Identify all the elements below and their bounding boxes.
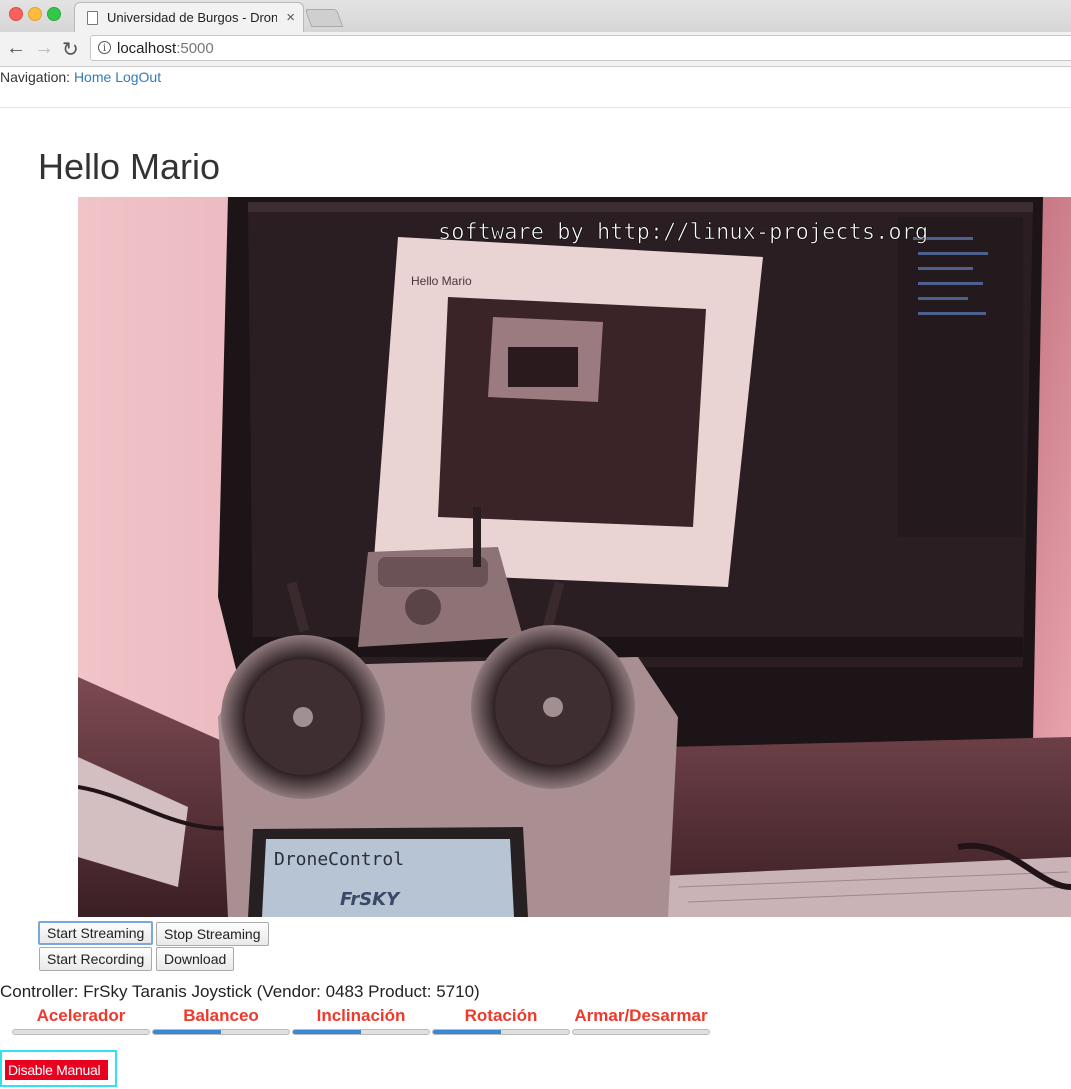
tab-close-icon[interactable]: × [286,9,295,26]
reload-icon[interactable]: ↻ [62,37,79,62]
disable-manual-focus-ring: Disable Manual [0,1050,117,1087]
controller-info: Controller: FrSky Taranis Joystick (Vend… [0,982,480,1001]
maximize-window-button[interactable] [47,7,61,21]
stream-watermark: software by http://linux-projects.org [438,220,928,245]
url-text: localhost:5000 [117,40,214,57]
screen-text: DroneControl [274,849,404,870]
axis-bar-rotacion [432,1029,570,1035]
axis-label-armar-desarmar: Armar/Desarmar [574,1006,708,1025]
axis-fill [433,1030,501,1034]
minimize-window-button[interactable] [28,7,42,21]
navigation-label: Navigation: [0,69,71,85]
axis-label-acelerador: Acelerador [36,1006,126,1025]
navigation: Navigation: Home LogOut [0,69,161,85]
forward-icon[interactable]: → [34,37,54,60]
inner-heading: Hello Mario [411,274,472,288]
tab-title: Universidad de Burgos - Drone [107,10,277,25]
browser-tab[interactable]: Universidad de Burgos - Drone × [74,2,304,32]
logout-link[interactable]: LogOut [115,69,161,85]
download-button[interactable]: Download [156,947,235,971]
axis-label-balanceo: Balanceo [183,1006,259,1025]
axis-bar-acelerador [12,1029,150,1035]
disable-manual-button[interactable]: Disable Manual [5,1060,108,1080]
start-streaming-button[interactable]: Start Streaming [38,921,154,945]
url-port: :5000 [176,40,214,57]
axis-label-rotacion: Rotación [464,1006,538,1025]
close-window-button[interactable] [9,7,23,21]
address-bar: ← → ↻ i localhost:5000 [0,32,1071,67]
document-icon [87,11,98,25]
page-title: Hello Mario [38,146,221,187]
url-host: localhost [117,40,177,57]
start-recording-button[interactable]: Start Recording [39,947,153,971]
axis-fill [293,1030,361,1034]
info-icon[interactable]: i [98,41,111,54]
video-stream: Hello Mario DroneControl FrSKY software … [78,197,1071,917]
home-link[interactable]: Home [74,69,111,85]
back-icon[interactable]: ← [6,37,26,60]
axis-bar-balanceo [152,1029,290,1035]
url-input[interactable]: i localhost:5000 [90,35,1071,61]
divider [0,107,1071,108]
axis-bar-armar-desarmar [572,1029,710,1035]
brand-text: FrSKY [340,889,401,910]
browser-tab-bar: Universidad de Burgos - Drone × [0,0,1071,32]
stop-streaming-button[interactable]: Stop Streaming [156,922,269,946]
axis-label-inclinacion: Inclinación [316,1006,406,1025]
new-tab-button[interactable] [304,9,344,27]
axis-fill [153,1030,221,1034]
axis-bar-inclinacion [292,1029,430,1035]
